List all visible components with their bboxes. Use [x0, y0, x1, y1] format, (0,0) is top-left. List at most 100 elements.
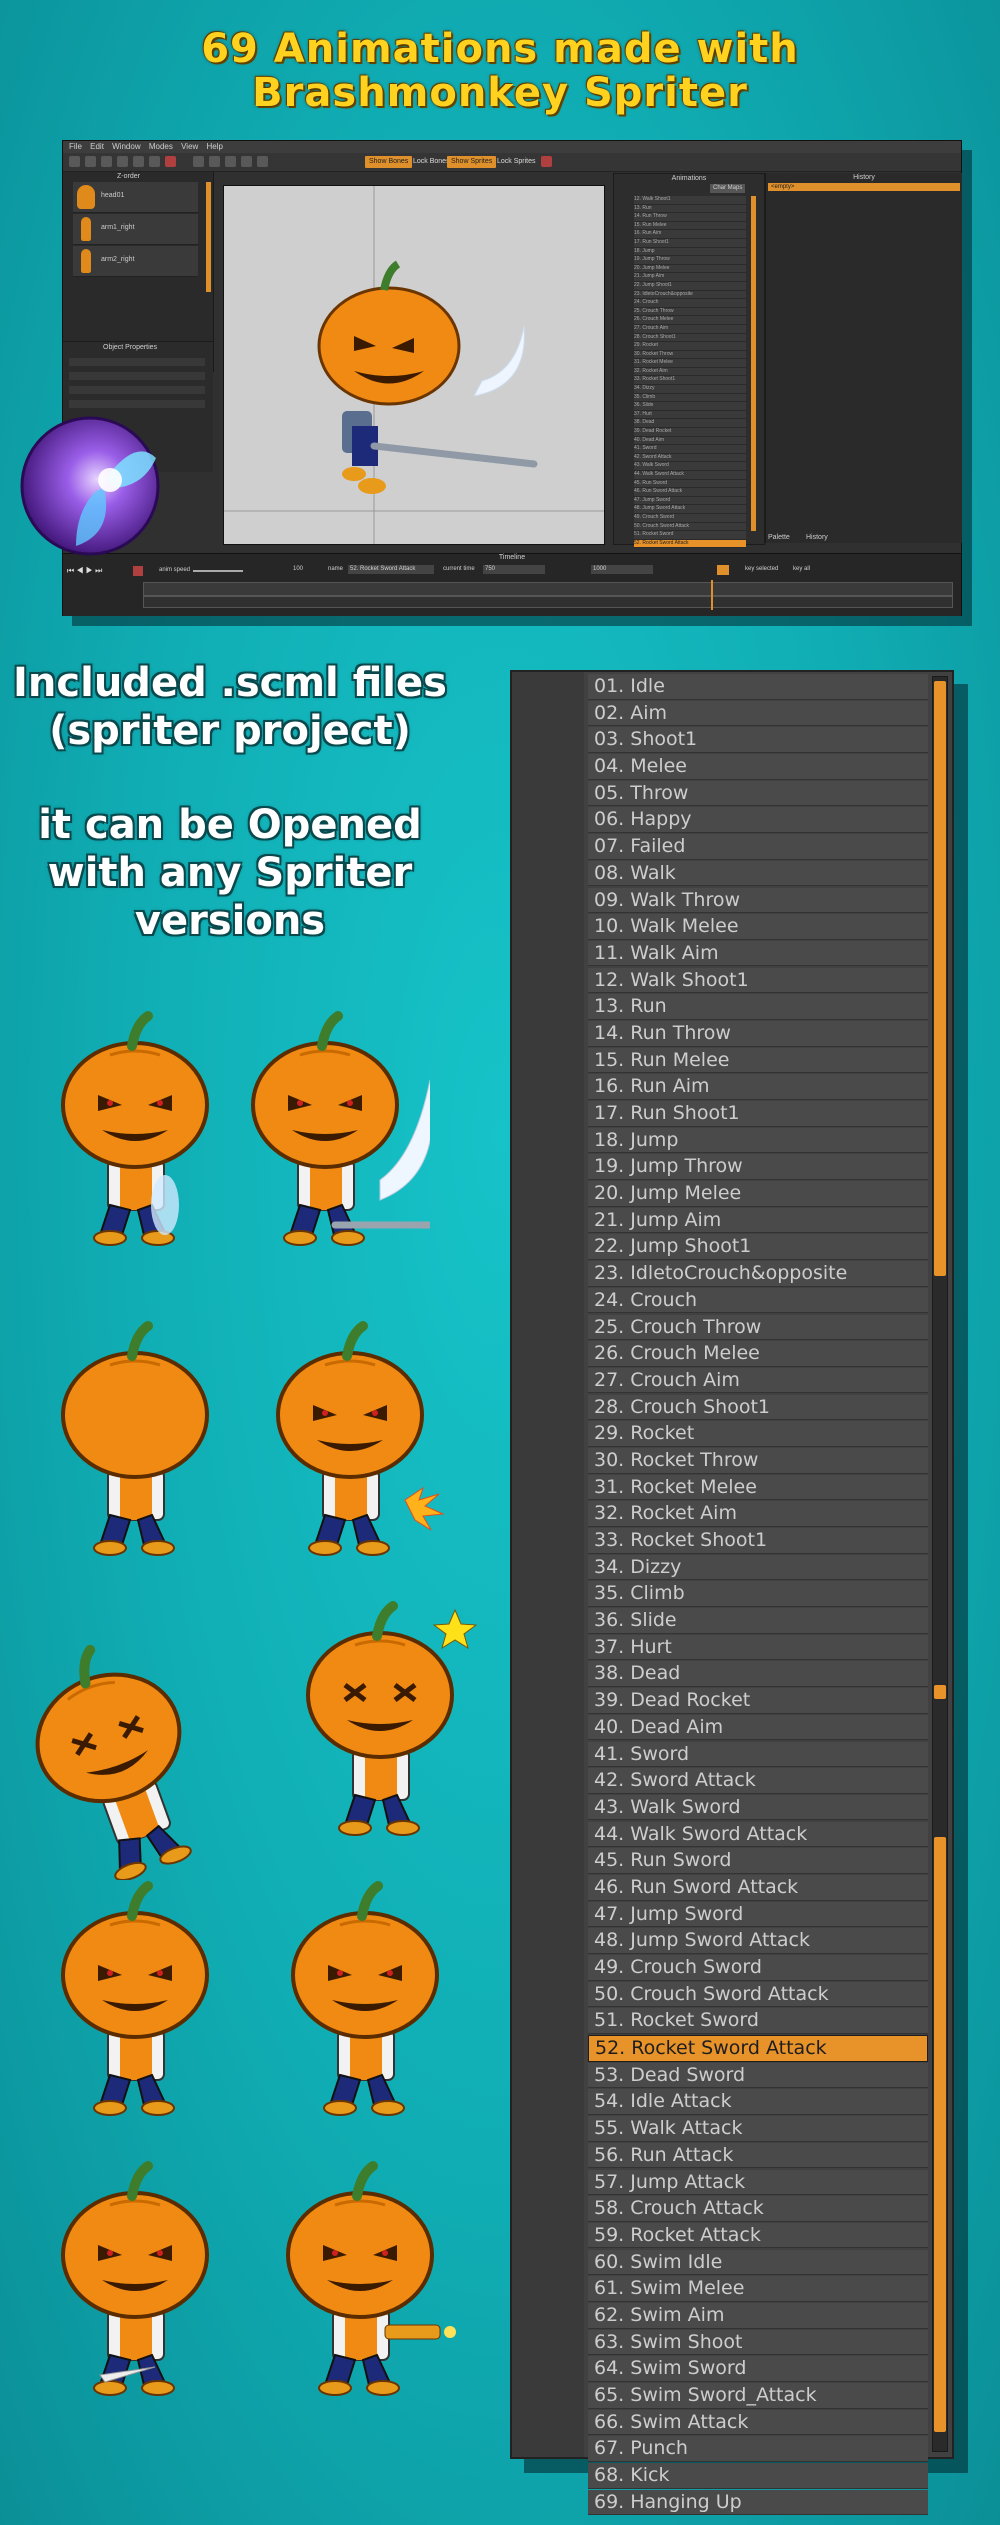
mini-animation-item[interactable]: 26. Crouch Melee	[634, 316, 746, 325]
animation-list-item[interactable]: 26. Crouch Melee	[588, 1341, 928, 1367]
property-row[interactable]	[69, 358, 205, 366]
animation-list-item[interactable]: 39. Dead Rocket	[588, 1688, 928, 1714]
mini-animation-item[interactable]: 28. Crouch Shoot1	[634, 333, 746, 343]
mini-animation-item[interactable]: 40. Dead Aim	[634, 436, 746, 446]
playhead[interactable]	[711, 580, 713, 610]
animation-list-item[interactable]: 02. Aim	[588, 700, 928, 727]
animation-list-item[interactable]: 51. Rocket Sword	[588, 2008, 928, 2034]
animation-list-item[interactable]: 48. Jump Sword Attack	[588, 1928, 928, 1954]
property-row[interactable]	[69, 386, 205, 394]
animation-list-item[interactable]: 29. Rocket	[588, 1421, 928, 1447]
animation-list-item[interactable]: 20. Jump Melee	[588, 1181, 928, 1207]
animation-list-item[interactable]: 44. Walk Sword Attack	[588, 1821, 928, 1848]
mini-animation-item[interactable]: 22. Jump Shoot1	[634, 281, 746, 291]
animation-list-item[interactable]: 08. Walk	[588, 860, 928, 887]
animation-list-item[interactable]: 61. Swim Melee	[588, 2276, 928, 2302]
animation-list-item[interactable]: 06. Happy	[588, 807, 928, 834]
animation-list-item[interactable]: 66. Swim Attack	[588, 2409, 928, 2436]
mini-animation-item[interactable]: 51. Rocket Sword	[634, 531, 746, 540]
animation-list-item[interactable]: 37. Hurt	[588, 1634, 928, 1661]
mini-animation-item[interactable]: 29. Rocket	[634, 342, 746, 351]
menu-file[interactable]: File	[69, 141, 82, 153]
animation-list-item[interactable]: 32. Rocket Aim	[588, 1501, 928, 1527]
move-icon[interactable]	[209, 156, 220, 167]
mini-animation-item[interactable]: 46. Run Sword Attack	[634, 488, 746, 497]
animation-list-item[interactable]: 55. Walk Attack	[588, 2116, 928, 2142]
animation-list-item[interactable]: 03. Shoot1	[588, 727, 928, 753]
mini-animation-item[interactable]: 52. Rocket Sword Attack	[634, 539, 746, 549]
mini-animation-item[interactable]: 49. Crouch Sword	[634, 513, 746, 523]
animation-list-item[interactable]: 01. Idle	[588, 674, 928, 700]
scrollbar-thumb-marker[interactable]	[934, 1685, 946, 1699]
animation-list-item[interactable]: 31. Rocket Melee	[588, 1474, 928, 1501]
length-input[interactable]: 1000	[591, 565, 653, 574]
mini-animation-item[interactable]: 17. Run Shoot1	[634, 238, 746, 248]
scale-icon[interactable]	[241, 156, 252, 167]
mini-animation-item[interactable]: 35. Climb	[634, 393, 746, 403]
hierarchy-item[interactable]: head01	[73, 182, 198, 213]
animation-list-item[interactable]: 19. Jump Throw	[588, 1154, 928, 1180]
mini-animation-item[interactable]: 33. Rocket Shoot1	[634, 376, 746, 386]
mini-animation-item[interactable]: 23. IdletoCrouch&opposite	[634, 290, 746, 300]
rotate-icon[interactable]	[225, 156, 236, 167]
hierarchy-item[interactable]: arm1_right	[73, 214, 198, 245]
animation-list-item[interactable]: 43. Walk Sword	[588, 1794, 928, 1821]
select-icon[interactable]	[193, 156, 204, 167]
animation-list-item[interactable]: 10. Walk Melee	[588, 914, 928, 940]
animation-list-item[interactable]: 34. Dizzy	[588, 1554, 928, 1581]
animation-list-item[interactable]: 42. Sword Attack	[588, 1768, 928, 1794]
record-icon[interactable]	[133, 566, 143, 576]
animation-list-item[interactable]: 36. Slide	[588, 1608, 928, 1634]
timeline-track[interactable]	[143, 596, 953, 608]
settings-icon[interactable]	[717, 565, 729, 575]
editor-canvas[interactable]	[223, 185, 605, 545]
animation-list-item[interactable]: 49. Crouch Sword	[588, 1955, 928, 1981]
mini-animation-item[interactable]: 44. Walk Sword Attack	[634, 471, 746, 480]
timeline-ruler[interactable]	[143, 582, 953, 596]
animation-list-item[interactable]: 04. Melee	[588, 754, 928, 780]
animation-list-item[interactable]: 56. Run Attack	[588, 2142, 928, 2169]
animation-list-item[interactable]: 45. Run Sword	[588, 1848, 928, 1874]
animation-list-item[interactable]: 47. Jump Sword	[588, 1901, 928, 1928]
scrollbar-thumb-upper[interactable]	[934, 681, 946, 1276]
mini-animation-item[interactable]: 21. Jump Aim	[634, 273, 746, 282]
history-tab[interactable]: History	[806, 534, 828, 541]
mini-animation-item[interactable]: 27. Crouch Aim	[634, 324, 746, 334]
animation-list-item[interactable]: 68. Kick	[588, 2463, 928, 2489]
animation-list-item[interactable]: 38. Dead	[588, 1661, 928, 1688]
animation-list-item[interactable]: 22. Jump Shoot1	[588, 1234, 928, 1261]
animation-list-scrollbar[interactable]	[932, 676, 948, 2452]
mini-animation-item[interactable]: 34. Dizzy	[634, 385, 746, 394]
animation-list-item[interactable]: 54. Idle Attack	[588, 2089, 928, 2116]
animation-list-item[interactable]: 28. Crouch Shoot1	[588, 1394, 928, 1421]
record-icon[interactable]	[165, 156, 176, 167]
animation-list-item[interactable]: 12. Walk Shoot1	[588, 967, 928, 994]
animation-list-item[interactable]: 15. Run Melee	[588, 1047, 928, 1074]
animation-list-item[interactable]: 13. Run	[588, 994, 928, 1020]
menu-window[interactable]: Window	[112, 141, 140, 153]
animation-list-item[interactable]: 53. Dead Sword	[588, 2062, 928, 2089]
mini-animation-item[interactable]: 12. Walk Shoot1	[634, 196, 746, 205]
lock-sprites-toggle[interactable]: Lock Sprites	[493, 156, 540, 168]
animation-list-item[interactable]: 64. Swim Sword	[588, 2356, 928, 2382]
image-icon[interactable]	[133, 156, 144, 167]
mini-animation-item[interactable]: 36. Slide	[634, 402, 746, 411]
animation-list-item[interactable]: 16. Run Aim	[588, 1074, 928, 1100]
mini-animation-item[interactable]: 30. Rocket Throw	[634, 350, 746, 360]
mini-animation-item[interactable]: 41. Sword	[634, 445, 746, 454]
animation-list-item[interactable]: 65. Swim Sword_Attack	[588, 2383, 928, 2409]
mini-animation-item[interactable]: 45. Run Sword	[634, 479, 746, 489]
folder-icon[interactable]	[149, 156, 160, 167]
animation-list-item[interactable]: 05. Throw	[588, 780, 928, 807]
animation-list-item[interactable]: 46. Run Sword Attack	[588, 1874, 928, 1901]
hierarchy-item[interactable]: arm2_right	[73, 246, 198, 277]
animations-scrollbar[interactable]	[751, 196, 756, 531]
animation-list-item[interactable]: 50. Crouch Sword Attack	[588, 1981, 928, 2008]
animation-list-item[interactable]: 69. Hanging Up	[588, 2489, 928, 2516]
animation-list-item[interactable]: 60. Swim Idle	[588, 2249, 928, 2276]
mini-animation-item[interactable]: 20. Jump Melee	[634, 264, 746, 274]
mini-animation-item[interactable]: 13. Run	[634, 204, 746, 214]
palette-tab[interactable]: Palette	[768, 534, 790, 541]
paste-icon[interactable]	[117, 156, 128, 167]
mini-animation-item[interactable]: 24. Crouch	[634, 299, 746, 308]
